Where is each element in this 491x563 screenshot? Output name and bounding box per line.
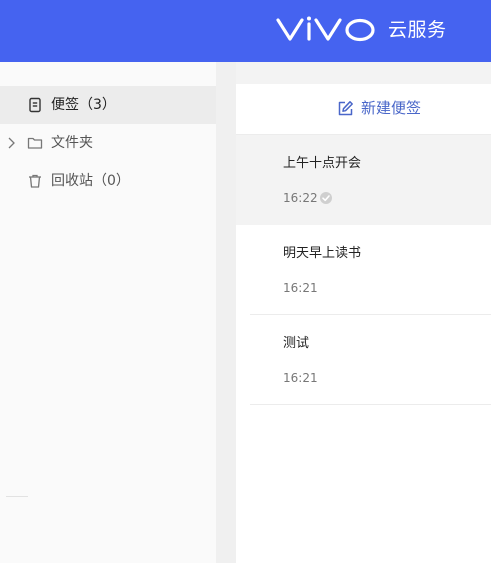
sidebar-item-label: 文件夹	[51, 135, 93, 151]
notes-list-panel: 新建便签 上午十点开会 16:22 明天早上读书 16:21 测试 16:21	[236, 84, 491, 563]
sidebar-item-notes[interactable]: 便签（3）	[0, 86, 216, 124]
sidebar-item-label: 便签（3）	[51, 97, 116, 113]
note-title: 明天早上读书	[283, 246, 362, 261]
note-time: 16:21	[283, 281, 318, 295]
sidebar: 便签（3） 文件夹 回收站（0）	[0, 62, 216, 563]
note-list-item[interactable]: 测试 16:21	[236, 315, 491, 405]
sidebar-item-trash[interactable]: 回收站（0）	[0, 162, 216, 200]
panel-gutter	[216, 62, 236, 563]
note-title: 上午十点开会	[283, 156, 362, 171]
sidebar-item-label: 回收站（0）	[51, 173, 130, 189]
vivo-logo	[276, 16, 375, 42]
note-list-item[interactable]: 明天早上读书 16:21	[236, 225, 491, 315]
trash-icon	[29, 174, 41, 188]
sidebar-item-folders[interactable]: 文件夹	[0, 124, 216, 162]
folder-icon	[27, 137, 43, 149]
note-time: 16:21	[283, 371, 318, 385]
new-note-label: 新建便签	[361, 99, 422, 117]
note-title: 测试	[283, 336, 310, 351]
note-divider	[250, 404, 491, 405]
page-title: 云服务	[388, 19, 447, 41]
note-list-item[interactable]: 上午十点开会 16:22	[236, 135, 491, 225]
synced-check-icon	[320, 192, 332, 204]
edit-icon	[338, 101, 353, 116]
new-note-button[interactable]: 新建便签	[236, 84, 491, 135]
chevron-right-icon[interactable]	[6, 136, 16, 150]
sidebar-divider	[6, 496, 28, 497]
top-header-bar: 云服务	[0, 0, 491, 62]
note-icon	[29, 97, 41, 113]
note-time: 16:22	[283, 191, 318, 205]
